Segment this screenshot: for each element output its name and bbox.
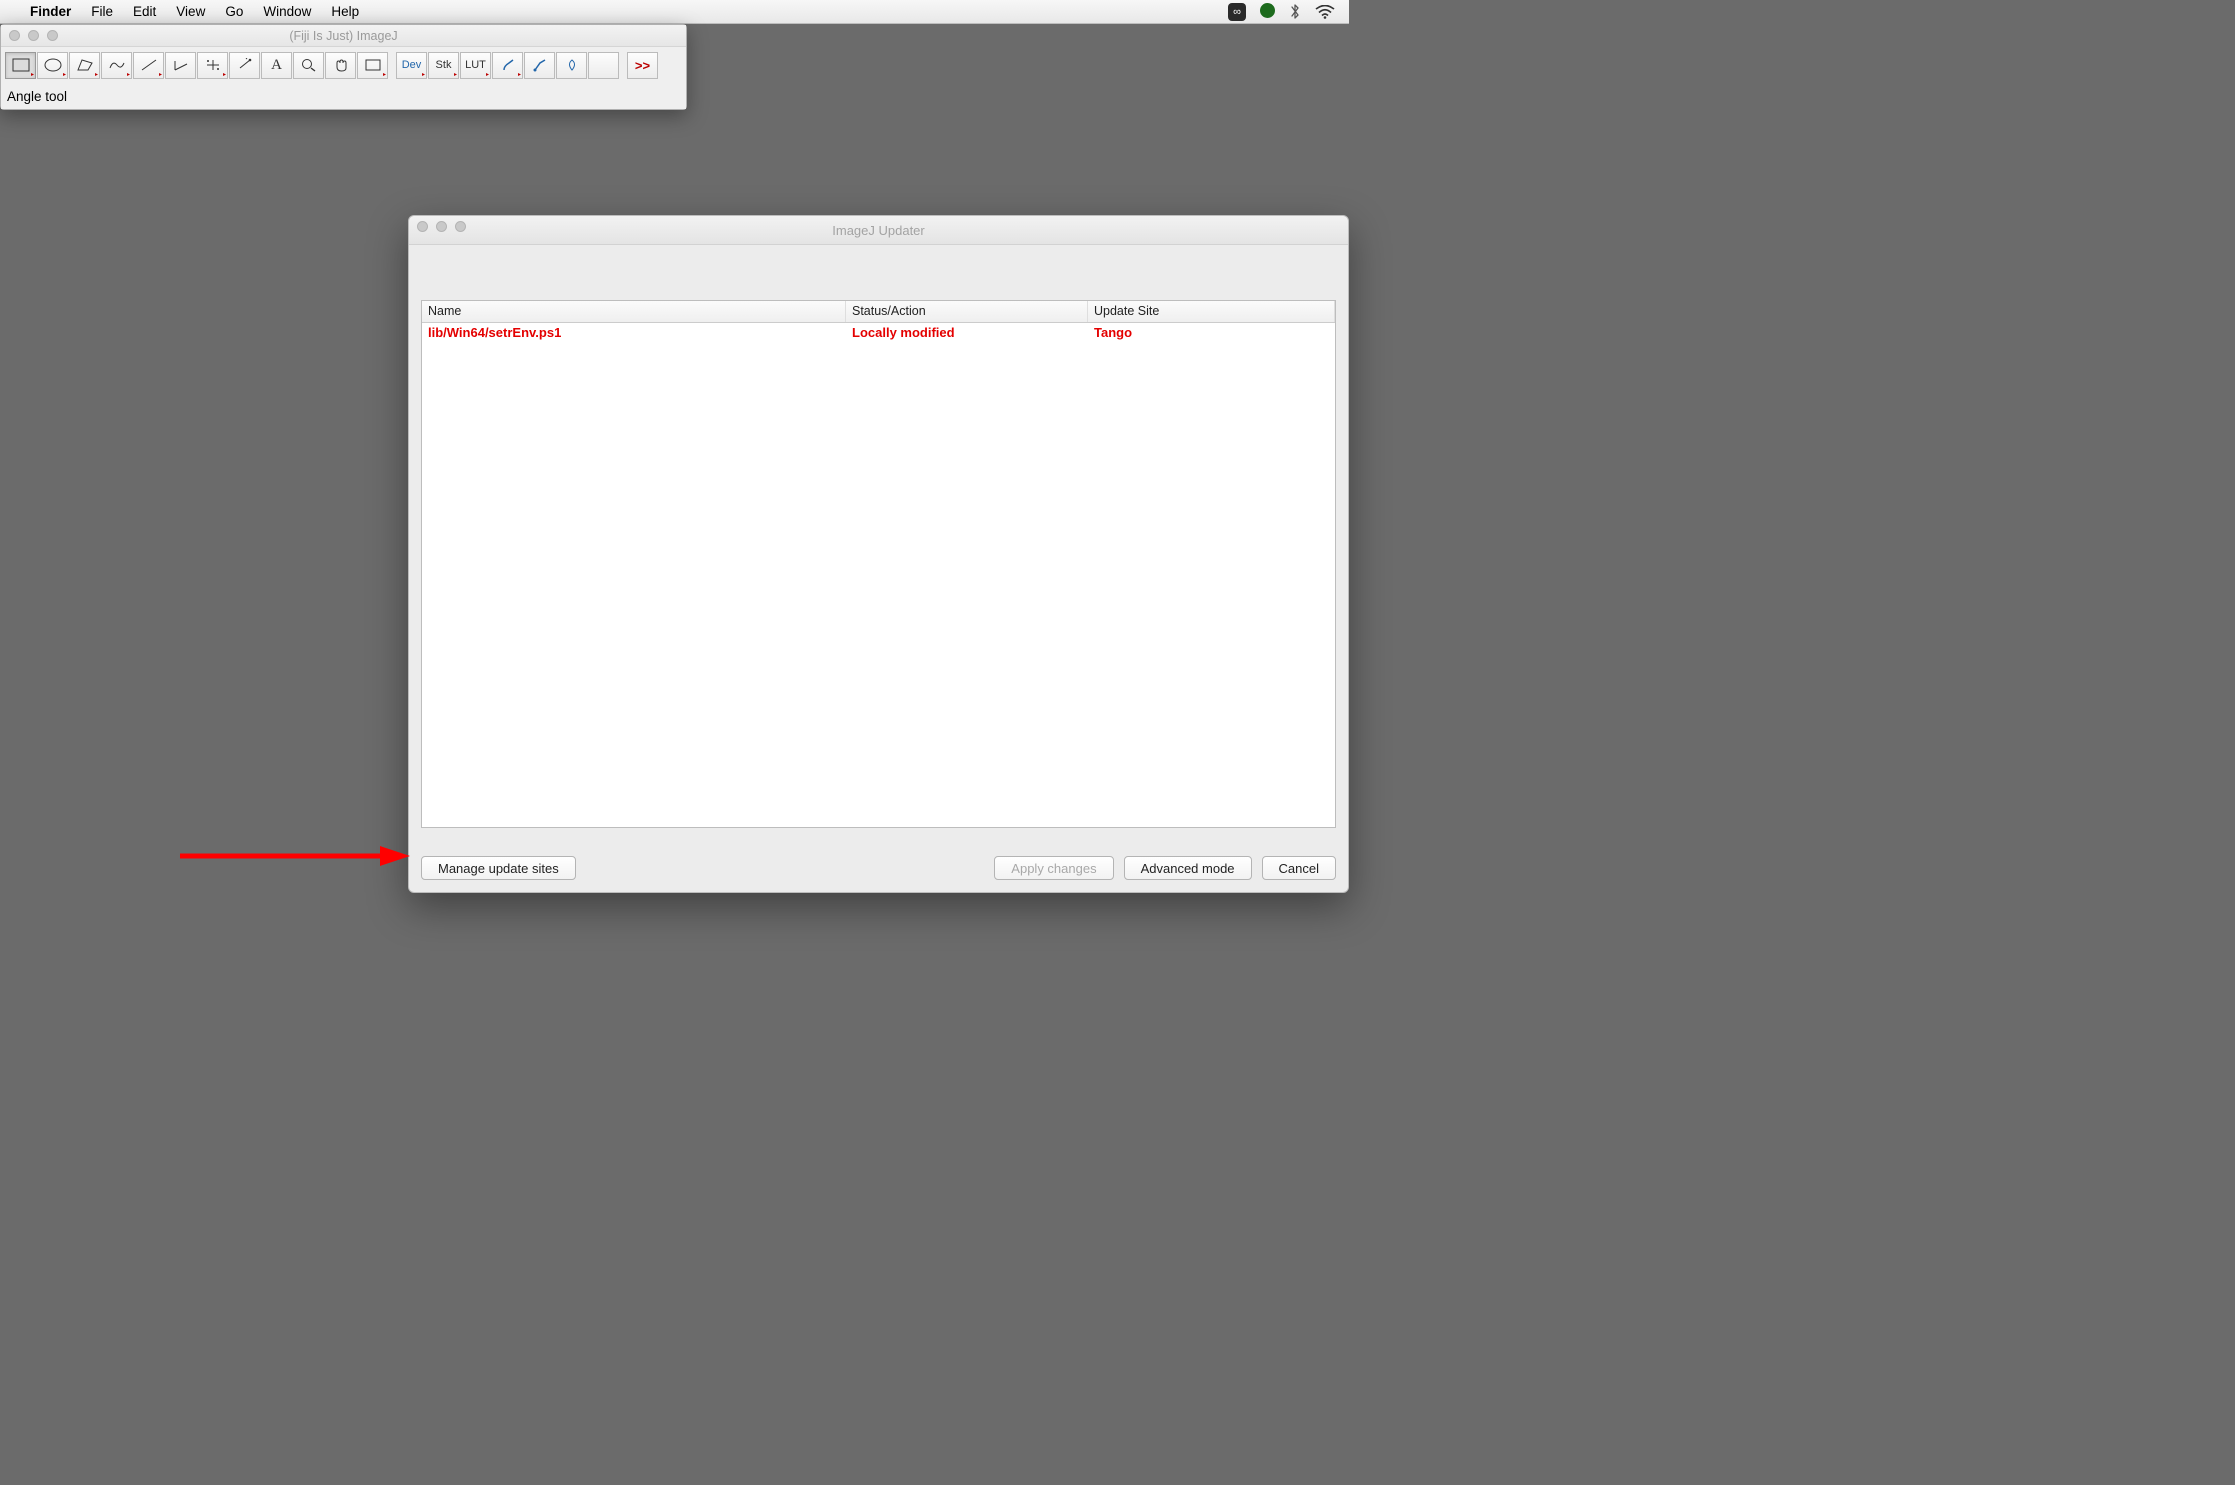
trafficlight-zoom[interactable] xyxy=(47,30,58,41)
tool-rectangle[interactable]: ▸ xyxy=(5,52,36,79)
advanced-mode-button[interactable]: Advanced mode xyxy=(1124,856,1252,880)
tool-paintbrush[interactable] xyxy=(524,52,555,79)
col-status[interactable]: Status/Action xyxy=(846,301,1088,322)
manage-update-sites-button[interactable]: Manage update sites xyxy=(421,856,576,880)
trafficlight-minimize[interactable] xyxy=(28,30,39,41)
updater-table: Name Status/Action Update Site lib/Win64… xyxy=(421,300,1336,828)
imagej-window: (Fiji Is Just) ImageJ ▸ ▸ ▸ ▸ ▸ ▸ A ▸ De… xyxy=(0,24,687,110)
wifi-icon[interactable] xyxy=(1315,5,1335,19)
tool-more[interactable]: >> xyxy=(627,52,658,79)
tool-wand[interactable] xyxy=(229,52,260,79)
updater-button-row: Manage update sites Apply changes Advanc… xyxy=(409,848,1348,892)
menu-go[interactable]: Go xyxy=(225,4,243,19)
window-controls[interactable] xyxy=(9,30,58,41)
menu-view[interactable]: View xyxy=(176,4,205,19)
table-row[interactable]: lib/Win64/setrEnv.ps1 Locally modified T… xyxy=(422,323,1335,345)
creative-cloud-icon[interactable]: ∞ xyxy=(1228,2,1246,21)
macos-menubar: Finder File Edit View Go Window Help ∞ xyxy=(0,0,1349,24)
cell-name: lib/Win64/setrEnv.ps1 xyxy=(422,323,846,345)
tool-stk[interactable]: Stk▸ xyxy=(428,52,459,79)
tool-angle[interactable] xyxy=(165,52,196,79)
tool-freehand[interactable]: ▸ xyxy=(101,52,132,79)
trafficlight-zoom[interactable] xyxy=(455,221,466,232)
updater-window-controls[interactable] xyxy=(417,221,466,232)
trafficlight-close[interactable] xyxy=(9,30,20,41)
imagej-titlebar[interactable]: (Fiji Is Just) ImageJ xyxy=(1,25,686,47)
tool-line[interactable]: ▸ xyxy=(133,52,164,79)
table-header: Name Status/Action Update Site xyxy=(422,301,1335,323)
tool-oval[interactable]: ▸ xyxy=(37,52,68,79)
menu-app[interactable]: Finder xyxy=(30,4,71,19)
tool-zoom[interactable] xyxy=(293,52,324,79)
imagej-status: Angle tool xyxy=(1,83,686,109)
apply-changes-button: Apply changes xyxy=(994,856,1113,880)
trafficlight-minimize[interactable] xyxy=(436,221,447,232)
tool-lut[interactable]: LUT▸ xyxy=(460,52,491,79)
menu-file[interactable]: File xyxy=(91,4,113,19)
tool-dev[interactable]: Dev▸ xyxy=(396,52,427,79)
status-app-icon[interactable] xyxy=(1260,3,1275,21)
menu-edit[interactable]: Edit xyxy=(133,4,156,19)
tool-brush[interactable]: ▸ xyxy=(492,52,523,79)
cancel-button[interactable]: Cancel xyxy=(1262,856,1336,880)
col-site[interactable]: Update Site xyxy=(1088,301,1335,322)
tool-hand[interactable] xyxy=(325,52,356,79)
col-name[interactable]: Name xyxy=(422,301,846,322)
tool-options[interactable]: ▸ xyxy=(357,52,388,79)
bluetooth-icon[interactable] xyxy=(1289,3,1301,20)
trafficlight-close[interactable] xyxy=(417,221,428,232)
updater-title: ImageJ Updater xyxy=(832,223,925,238)
updater-titlebar[interactable]: ImageJ Updater xyxy=(409,216,1348,245)
annotation-arrow-icon xyxy=(180,845,410,867)
tool-text[interactable]: A xyxy=(261,52,292,79)
updater-dialog: ImageJ Updater Name Status/Action Update… xyxy=(408,215,1349,893)
menu-window[interactable]: Window xyxy=(263,4,311,19)
imagej-tool-row: ▸ ▸ ▸ ▸ ▸ ▸ A ▸ Dev▸ Stk▸ LUT▸ ▸ >> xyxy=(1,47,686,83)
cell-status: Locally modified xyxy=(846,323,1088,345)
cell-site: Tango xyxy=(1088,323,1335,345)
tool-picker[interactable] xyxy=(556,52,587,79)
tool-point[interactable]: ▸ xyxy=(197,52,228,79)
menu-help[interactable]: Help xyxy=(331,4,359,19)
tool-empty[interactable] xyxy=(588,52,619,79)
tool-polygon[interactable]: ▸ xyxy=(69,52,100,79)
imagej-window-title: (Fiji Is Just) ImageJ xyxy=(289,29,397,43)
